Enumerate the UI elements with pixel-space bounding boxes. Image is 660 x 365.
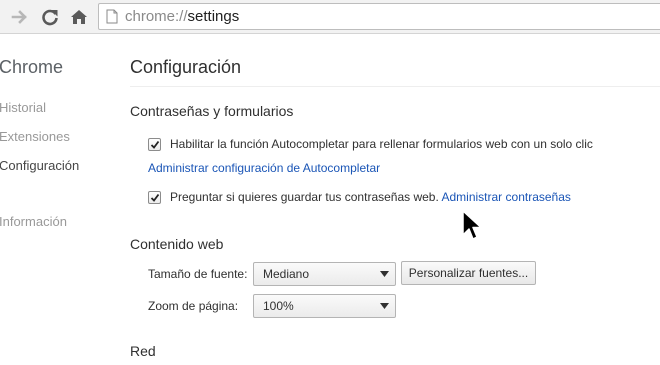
page-zoom-label: Zoom de página:	[148, 299, 239, 313]
reload-icon[interactable]	[39, 6, 61, 28]
address-bar[interactable]: chrome://settings	[98, 3, 660, 30]
chevron-down-icon	[380, 271, 389, 277]
section-title-web-content: Contenido web	[130, 236, 224, 252]
arrow-right-icon[interactable]	[9, 6, 31, 28]
customize-fonts-button[interactable]: Personalizar fuentes...	[401, 261, 536, 285]
section-title-network: Red	[130, 343, 156, 359]
checkmark-icon	[150, 193, 160, 202]
save-passwords-checkbox-label: Preguntar si quieres guardar tus contras…	[170, 190, 571, 204]
section-title-passwords: Contraseñas y formularios	[130, 103, 294, 119]
sidebar-title: Chrome	[0, 57, 64, 77]
page-zoom-select[interactable]: 100%	[253, 294, 396, 318]
save-passwords-checkbox[interactable]	[148, 191, 161, 204]
mouse-cursor-icon	[462, 210, 482, 240]
font-size-value: Mediano	[263, 267, 310, 281]
sidebar-item-informacion[interactable]: Información	[0, 214, 67, 229]
font-size-label: Tamaño de fuente:	[148, 267, 248, 281]
page-zoom-value: 100%	[263, 299, 294, 313]
checkmark-icon	[150, 140, 160, 149]
browser-toolbar: chrome://settings	[0, 0, 660, 34]
sidebar-item-extensiones[interactable]: Extensiones	[0, 129, 70, 144]
autofill-checkbox[interactable]	[148, 138, 161, 151]
home-icon[interactable]	[68, 6, 90, 28]
autofill-settings-link[interactable]: Administrar configuración de Autocomplet…	[148, 161, 380, 175]
url-text: chrome://settings	[125, 8, 240, 25]
save-passwords-text: Preguntar si quieres guardar tus contras…	[170, 190, 439, 204]
manage-passwords-link[interactable]: Administrar contraseñas	[442, 190, 571, 204]
font-size-select[interactable]: Mediano	[253, 262, 396, 286]
sidebar-item-historial[interactable]: Historial	[0, 100, 46, 115]
sidebar-item-configuracion[interactable]: Configuración	[0, 158, 79, 173]
title-divider	[130, 86, 660, 87]
autofill-checkbox-label: Habilitar la función Autocompletar para …	[170, 137, 593, 151]
chevron-down-icon	[380, 303, 389, 309]
page-title: Configuración	[130, 57, 242, 77]
page-icon	[106, 9, 118, 24]
